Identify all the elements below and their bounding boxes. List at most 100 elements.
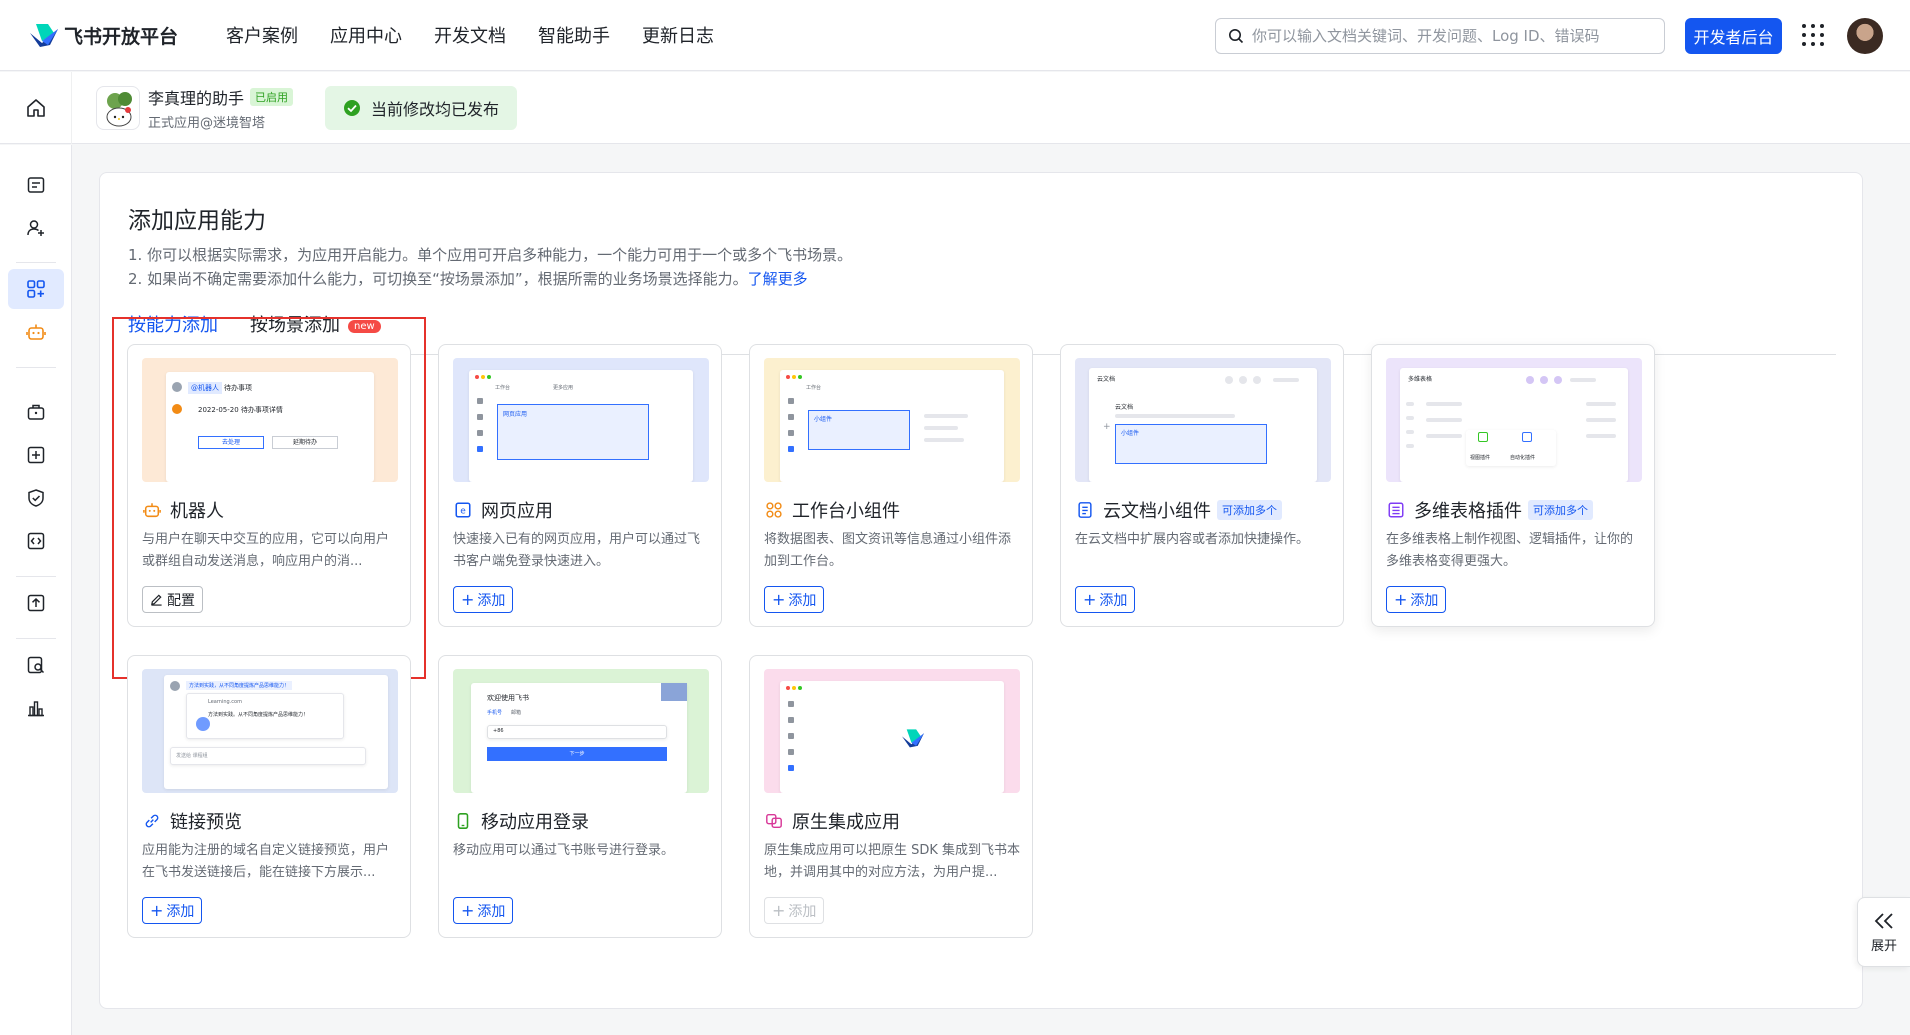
sidebar-item-security[interactable]	[8, 478, 64, 518]
mock-link-msg: 方法到实践，从不同角度提炼产品思维能力！	[186, 681, 293, 690]
add-button[interactable]: + 添加	[453, 586, 514, 613]
mock-doc-heading: 云文档	[1115, 404, 1134, 411]
mock-link-preview: 方法到实践。从不同角度提炼产品思维能力！	[208, 712, 309, 718]
sidebar-item-add-capability[interactable]	[8, 269, 64, 309]
add-button-label: 添加	[166, 903, 195, 920]
capability-card-link-preview[interactable]: 方法到实践，从不同角度提炼产品思维能力！ Learning.com 方法到实践。…	[127, 655, 411, 938]
card-title-workbench-widget: 工作台小组件	[764, 497, 900, 523]
apps-grid-icon[interactable]	[1802, 24, 1824, 46]
left-sidebar	[0, 145, 72, 1035]
mock-robot-tag2: 待办事项	[224, 384, 252, 392]
card-title-text: 多维表格插件	[1414, 501, 1522, 522]
add-button-label: 添加	[788, 592, 817, 609]
capability-card-robot[interactable]: @机器人 待办事项 2022-05-20 待办事项详情 去处理 延期待办 机器人…	[127, 344, 411, 627]
code-icon	[27, 532, 45, 550]
sidebar-item-analytics[interactable]	[8, 688, 64, 728]
nav-app-center[interactable]: 应用中心	[330, 22, 402, 48]
sidebar-item-logs[interactable]	[8, 645, 64, 685]
card-title-bitable-plugin: 多维表格插件 可添加多个	[1386, 497, 1593, 523]
page-title: 添加应用能力	[128, 208, 266, 234]
home-button[interactable]	[0, 71, 72, 144]
add-button-disabled: + 添加	[764, 897, 825, 924]
add-button[interactable]: + 添加	[764, 586, 825, 613]
robot-icon	[142, 500, 162, 520]
nav-smart-assistant[interactable]: 智能助手	[538, 22, 610, 48]
search-input[interactable]	[1252, 27, 1652, 45]
home-icon	[26, 98, 45, 117]
edit-icon	[151, 594, 162, 606]
card-title-web-app: e 网页应用	[453, 497, 553, 523]
card-description: 快速接入已有的网页应用，用户可以通过飞书客户端免登录快速进入。	[453, 532, 701, 569]
svg-text:e: e	[460, 507, 466, 517]
web-app-preview-image: 工作台 更多应用 网页应用	[453, 358, 709, 482]
link-icon	[142, 811, 162, 831]
mock-robot-btn-a: 去处理	[198, 436, 264, 449]
link-preview-image: 方法到实践，从不同角度提炼产品思维能力！ Learning.com 方法到实践。…	[142, 669, 398, 793]
mock-web-label: 网页应用	[503, 411, 528, 418]
capability-card-doc-widget[interactable]: 云文档 云文档 + 小组件 云文档小组件 可添加多个 在云文档中扩展内容或者添加…	[1060, 344, 1344, 627]
mock-mobile-tab1: 手机号	[487, 710, 503, 716]
plus-icon: +	[772, 590, 786, 609]
briefcase-icon	[27, 404, 45, 420]
plus-icon: +	[461, 901, 475, 920]
mock-link-site: Learning.com	[208, 699, 242, 705]
capability-card-workbench-widget[interactable]: 工作台 小组件 工作台小组件 将数据图表、图文资讯等信息通过小组件添加到工作台。…	[749, 344, 1033, 627]
sidebar-item-robot[interactable]	[8, 312, 64, 352]
widget-icon	[764, 500, 784, 520]
user-avatar[interactable]	[1847, 18, 1883, 54]
card-title-text: 移动应用登录	[481, 812, 589, 833]
expand-label: 展开	[1870, 938, 1897, 954]
plus-icon: +	[1394, 590, 1408, 609]
search-box[interactable]	[1215, 18, 1665, 54]
native-app-preview-image	[764, 669, 1020, 793]
web-app-icon: e	[453, 500, 473, 520]
sidebar-item-basic-info[interactable]	[8, 165, 64, 205]
card-title-text: 原生集成应用	[792, 812, 900, 833]
app-name: 李真理的助手	[148, 88, 245, 108]
capability-card-bitable-plugin[interactable]: 多维表格 视图插件 自动化插件 多维表格插件 可添加多个 在多维表格上制作视图、…	[1371, 344, 1655, 627]
app-avatar	[96, 85, 140, 130]
add-button-label: 添加	[477, 592, 506, 609]
description-line-2: 2. 如果尚不确定需要添加什么能力，可切换至“按场景添加”，根据所需的业务场景选…	[128, 268, 808, 289]
add-button[interactable]: + 添加	[142, 897, 203, 924]
sidebar-item-dev-config[interactable]	[8, 521, 64, 561]
hello-kitty-avatar-icon	[106, 91, 132, 126]
info-card-icon	[27, 177, 45, 193]
sidebar-item-events[interactable]	[8, 435, 64, 475]
app-info: 李真理的助手 已启用 正式应用@迷境智塔	[148, 85, 294, 131]
capability-card-web-app[interactable]: 工作台 更多应用 网页应用 e 网页应用 快速接入已有的网页应用，用户可以通过飞…	[438, 344, 722, 627]
add-button[interactable]: + 添加	[1075, 586, 1136, 613]
sidebar-item-members[interactable]	[8, 208, 64, 248]
add-button[interactable]: + 添加	[453, 897, 514, 924]
expand-panel-button[interactable]: 展开	[1857, 897, 1910, 967]
brand-logo[interactable]: 飞书开放平台	[28, 21, 178, 49]
app-subtitle: 正式应用@迷境智塔	[148, 115, 266, 131]
nav-customer-cases[interactable]: 客户案例	[226, 22, 298, 48]
bitable-icon	[1386, 500, 1406, 520]
publish-status: 当前修改均已发布	[325, 85, 518, 130]
plus-icon: +	[150, 901, 164, 920]
card-description: 原生集成应用可以把原生 SDK 集成到飞书本地，并调用其中的对应方法，为用户提.…	[764, 843, 1021, 880]
card-title-text: 链接预览	[170, 812, 242, 833]
capability-card-mobile-login[interactable]: 欢迎使用飞书 手机号 邮箱 +86 下一步 移动应用登录 移动应用可以通过飞书账…	[438, 655, 722, 938]
add-button[interactable]: + 添加	[1386, 586, 1447, 613]
capability-card-native-app[interactable]: 原生集成应用 原生集成应用可以把原生 SDK 集成到飞书本地，并调用其中的对应方…	[749, 655, 1033, 938]
top-navbar: 飞书开放平台 客户案例 应用中心 开发文档 智能助手 更新日志 开发者后台	[0, 0, 1910, 71]
nav-dev-docs[interactable]: 开发文档	[434, 22, 506, 48]
sidebar-item-permissions[interactable]	[8, 392, 64, 432]
feishu-logo-icon	[30, 24, 58, 47]
mock-mobile-tab2: 邮箱	[511, 710, 522, 716]
configure-button[interactable]: 配置	[142, 586, 203, 613]
mock-web-tab1: 工作台	[495, 385, 511, 391]
learn-more-link[interactable]: 了解更多	[748, 270, 808, 288]
multiple-badge: 可添加多个	[1217, 500, 1282, 520]
robot-preview-image: @机器人 待办事项 2022-05-20 待办事项详情 去处理 延期待办	[142, 358, 398, 482]
mobile-icon	[453, 811, 473, 831]
card-title-text: 网页应用	[481, 501, 553, 522]
developer-console-button[interactable]: 开发者后台	[1685, 18, 1782, 54]
sidebar-item-release[interactable]	[8, 583, 64, 623]
mock-widget-tab1: 工作台	[806, 385, 822, 391]
nav-changelog[interactable]: 更新日志	[642, 22, 714, 48]
mock-doc-back: 云文档	[1097, 376, 1116, 383]
add-button-label: 添加	[1099, 592, 1128, 609]
